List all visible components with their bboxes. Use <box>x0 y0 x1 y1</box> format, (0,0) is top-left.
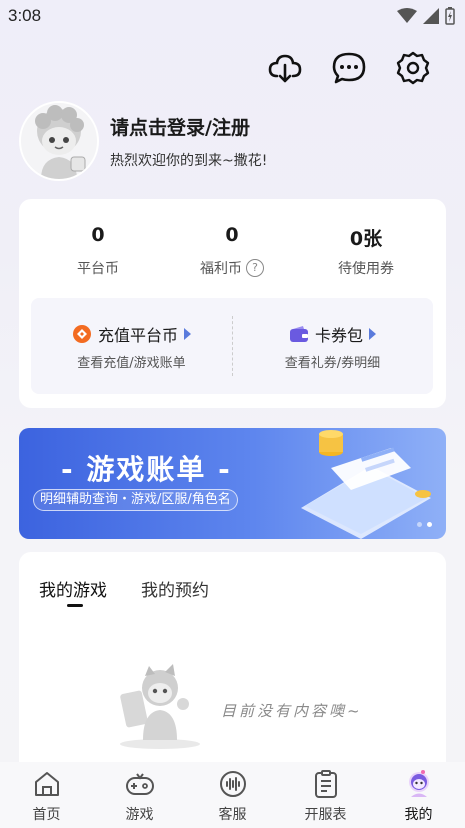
nav-customer-service-label: 客服 <box>218 807 247 823</box>
cloud-download-icon <box>268 54 302 83</box>
nav-profile[interactable]: 我的 <box>372 762 465 828</box>
platform-coin-value: 0 <box>91 224 105 246</box>
banner-subtitle: 明细辅助查询・游戏/区服/角色名 <box>33 489 238 511</box>
tab-my-reservations[interactable]: 我的预约 <box>141 576 209 601</box>
bottom-nav: 首页 游戏 客服 开服表 我的 <box>0 762 465 828</box>
nav-home-label: 首页 <box>32 807 61 823</box>
pending-coupons-value: 0张 <box>349 228 383 250</box>
status-icons <box>397 7 455 25</box>
welcome-text: 热烈欢迎你的到来~撒花! <box>110 153 268 169</box>
wallet-icon <box>289 326 308 342</box>
wallet-actions: 充值平台币 查看充值/游戏账单 卡券包 查看礼券/券明细 <box>31 298 433 394</box>
customer-service-icon <box>219 771 246 797</box>
avatar[interactable] <box>19 101 99 181</box>
recharge-desc: 查看充值/游戏账单 <box>77 356 186 371</box>
recharge-coin-icon <box>72 325 91 343</box>
welfare-coin-label: 福利币 <box>200 261 242 277</box>
my-games-card: 我的游戏 我的预约 目前没有内容噢~ <box>19 552 446 782</box>
platform-coin-label: 平台币 <box>77 261 119 277</box>
empty-state-text: 目前没有内容噢~ <box>221 702 363 720</box>
nav-customer-service[interactable]: 客服 <box>186 762 279 828</box>
banner-pager <box>417 522 432 527</box>
pending-coupons-stat[interactable]: 0张 待使用券 <box>295 224 437 278</box>
tab-indicator <box>67 604 83 607</box>
nav-server-schedule[interactable]: 开服表 <box>279 762 372 828</box>
empty-mascot-icon <box>120 664 200 749</box>
platform-coin-stat[interactable]: 0 平台币 <box>27 224 169 278</box>
home-icon <box>34 772 59 796</box>
tab-my-games[interactable]: 我的游戏 <box>39 576 107 601</box>
arrow-right-icon <box>184 328 191 340</box>
nav-server-schedule-label: 开服表 <box>304 807 347 823</box>
card-coupon-desc: 查看礼券/券明细 <box>284 356 381 371</box>
welfare-coin-stat[interactable]: 0 福利币? <box>161 224 303 278</box>
message-button[interactable] <box>331 50 367 86</box>
status-time: 3:08 <box>8 6 42 25</box>
card-coupon-pack-button[interactable]: 卡券包 查看礼券/券明细 <box>232 322 433 371</box>
arrow-right-icon <box>369 328 376 340</box>
recharge-title: 充值平台币 <box>97 326 178 345</box>
card-coupon-title: 卡券包 <box>314 326 363 345</box>
game-bill-banner[interactable]: - 游戏账单 - 明细辅助查询・游戏/区服/角色名 <box>19 428 446 539</box>
status-bar: 3:08 <box>0 0 465 34</box>
schedule-icon <box>314 770 337 798</box>
chat-icon <box>332 52 366 84</box>
welfare-coin-value: 0 <box>225 224 239 246</box>
battery-icon <box>445 7 455 25</box>
pager-dot-active[interactable] <box>427 522 432 527</box>
wifi-icon <box>397 8 417 23</box>
pager-dot[interactable] <box>417 522 422 527</box>
settings-button[interactable] <box>395 50 431 86</box>
profile-icon <box>408 770 429 797</box>
help-icon[interactable]: ? <box>246 259 264 277</box>
nav-profile-label: 我的 <box>404 807 433 823</box>
nav-games-label: 游戏 <box>125 807 154 823</box>
login-register-link[interactable]: 请点击登录/注册 <box>110 113 250 140</box>
mascot-avatar-icon <box>35 105 86 179</box>
nav-home[interactable]: 首页 <box>0 762 93 828</box>
recharge-button[interactable]: 充值平台币 查看充值/游戏账单 <box>31 322 232 371</box>
pending-coupons-label: 待使用券 <box>338 261 394 277</box>
banner-title: - 游戏账单 - <box>61 453 232 486</box>
signal-icon <box>423 8 439 24</box>
cloud-download-button[interactable] <box>267 50 303 86</box>
wallet-card: 0 平台币 0 福利币? 0张 待使用券 充值平台币 查看充值/游戏账单 卡券包… <box>19 199 446 408</box>
settings-icon <box>396 51 430 85</box>
nav-games[interactable]: 游戏 <box>93 762 186 828</box>
gamepad-icon <box>125 773 154 795</box>
